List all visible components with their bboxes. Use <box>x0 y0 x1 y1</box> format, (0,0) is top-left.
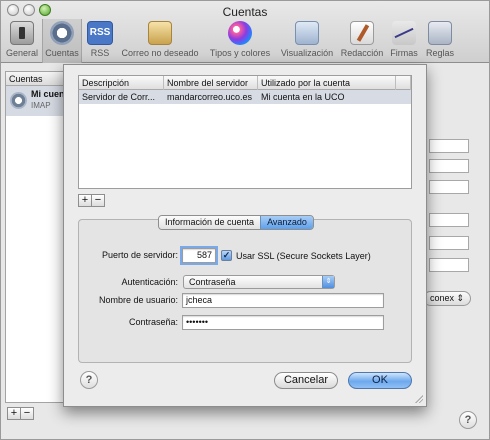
column-header-used-by[interactable]: Utilizado por la cuenta <box>258 76 396 90</box>
ok-button[interactable]: OK <box>348 372 412 389</box>
toolbar-item-label: RSS <box>90 48 110 58</box>
toolbar-item-label: Firmas <box>390 48 418 58</box>
table-header: Descripción Nombre del servidor Utilizad… <box>79 76 411 90</box>
toolbar-item-label: Reglas <box>425 48 454 58</box>
ssl-checkbox[interactable]: ✓ <box>221 250 232 261</box>
resize-grip-icon[interactable] <box>414 394 423 403</box>
toolbar-item-cuentas[interactable]: Cuentas <box>42 19 82 63</box>
table-row[interactable]: Servidor de Corr... mandarcorreo.uco.es … <box>79 90 411 104</box>
toolbar-item-viewing[interactable]: Visualización <box>277 19 337 63</box>
username-label: Nombre de usuario: <box>98 295 178 305</box>
junk-mail-icon <box>148 21 172 45</box>
cancel-button[interactable]: Cancelar <box>274 372 338 389</box>
account-at-icon <box>10 92 27 109</box>
auth-label: Autenticación: <box>121 277 178 287</box>
accounts-list: Cuentas Mi cuen IMAP <box>5 71 65 403</box>
toolbar-item-label: Redacción <box>340 48 384 58</box>
background-field[interactable] <box>429 159 469 173</box>
background-field[interactable] <box>429 236 469 250</box>
smtp-server-sheet: Descripción Nombre del servidor Utilizad… <box>63 64 427 407</box>
composing-icon <box>350 21 374 45</box>
column-header-description[interactable]: Descripción <box>79 76 164 90</box>
table-cell: Servidor de Corr... <box>82 92 156 102</box>
tab-segmented-control: Información de cuenta Avanzado <box>158 215 314 230</box>
signatures-icon <box>392 21 416 45</box>
viewing-icon <box>295 21 319 45</box>
toolbar-item-rules[interactable]: Reglas <box>423 19 457 63</box>
remove-account-button[interactable]: − <box>20 407 34 420</box>
toolbar-item-signatures[interactable]: Firmas <box>387 19 421 63</box>
server-add-remove: + − <box>78 194 105 207</box>
background-field[interactable] <box>429 213 469 227</box>
accounts-list-header: Cuentas <box>6 72 64 86</box>
general-icon <box>10 21 34 45</box>
window-help-button[interactable]: ? <box>459 411 477 429</box>
port-label: Puerto de servidor: <box>101 250 178 260</box>
title-bar: Cuentas General Cuentas RSS RSS Correo n… <box>1 1 489 63</box>
accounts-add-remove: + − <box>7 407 34 420</box>
smtp-server-table: Descripción Nombre del servidor Utilizad… <box>78 75 412 189</box>
tab-advanced[interactable]: Avanzado <box>260 216 313 229</box>
toolbar-item-label: General <box>5 48 39 58</box>
toolbar-item-rss[interactable]: RSS RSS <box>85 19 115 63</box>
chevron-updown-icon: ⇕ <box>322 276 334 288</box>
toolbar-item-label: Tipos y colores <box>209 48 271 58</box>
add-server-button[interactable]: + <box>78 194 92 207</box>
toolbar-item-label: Cuentas <box>45 48 79 58</box>
table-cell: mandarcorreo.uco.es <box>167 92 253 102</box>
auth-popup[interactable]: Contraseña ⇕ <box>183 275 335 289</box>
toolbar-item-general[interactable]: General <box>3 19 41 63</box>
at-sign-icon <box>50 21 74 45</box>
tab-account-info[interactable]: Información de cuenta <box>159 216 261 229</box>
port-input[interactable]: 587 <box>180 246 218 265</box>
table-cell: Mi cuenta en la UCO <box>261 92 345 102</box>
background-popup[interactable]: conex ⇕ <box>423 291 471 306</box>
account-list-item[interactable]: Mi cuen IMAP <box>6 86 65 116</box>
toolbar-item-label: Correo no deseado <box>121 48 199 58</box>
fonts-colors-icon <box>228 21 252 45</box>
window-title: Cuentas <box>222 5 268 19</box>
toolbar-item-fonts-colors[interactable]: Tipos y colores <box>205 19 275 63</box>
background-field[interactable] <box>429 139 469 153</box>
username-input[interactable]: jcheca <box>182 293 384 308</box>
column-header-extra <box>396 76 411 90</box>
sheet-help-button[interactable]: ? <box>80 371 98 389</box>
toolbar-item-junk-mail[interactable]: Correo no deseado <box>118 19 202 63</box>
account-name: Mi cuen <box>31 89 65 99</box>
password-input[interactable]: ••••••• <box>182 315 384 330</box>
password-label: Contraseña: <box>128 317 178 327</box>
rules-icon <box>428 21 452 45</box>
remove-server-button[interactable]: − <box>91 194 105 207</box>
column-header-server-name[interactable]: Nombre del servidor <box>164 76 258 90</box>
background-popup-value: conex <box>430 293 455 303</box>
toolbar-item-composing[interactable]: Redacción <box>339 19 385 63</box>
account-type: IMAP <box>31 101 51 110</box>
toolbar-item-label: Visualización <box>280 48 334 58</box>
preferences-window: Cuentas General Cuentas RSS RSS Correo n… <box>0 0 490 440</box>
background-field[interactable] <box>429 258 469 272</box>
background-field[interactable] <box>429 180 469 194</box>
preferences-toolbar: General Cuentas RSS RSS Correo no desead… <box>1 19 489 63</box>
rss-icon: RSS <box>87 21 113 45</box>
add-account-button[interactable]: + <box>7 407 21 420</box>
ssl-label: Usar SSL (Secure Sockets Layer) <box>236 251 371 261</box>
settings-group-box <box>78 219 412 363</box>
auth-popup-value: Contraseña <box>189 277 236 287</box>
